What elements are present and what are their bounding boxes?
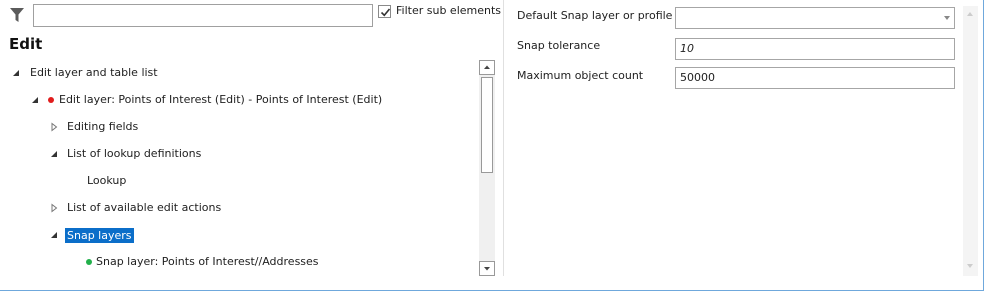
check-icon	[380, 8, 391, 17]
properties-scrollbar[interactable]	[963, 6, 978, 276]
snap-tolerance-field[interactable]: 10	[675, 38, 955, 60]
tree-node-label: List of available edit actions	[67, 201, 222, 214]
tree-node-lookup[interactable]: Lookup	[0, 170, 478, 192]
pane-divider[interactable]	[503, 0, 504, 276]
tree-node-edit-layer-list[interactable]: Edit layer and table list	[0, 62, 478, 84]
error-status-dot	[48, 97, 54, 103]
max-object-count-label: Maximum object count	[517, 69, 644, 82]
filter-sub-elements-checkbox[interactable]	[378, 5, 391, 18]
max-object-count-field[interactable]: 50000	[675, 67, 955, 89]
tree-node-label: Editing fields	[67, 120, 139, 133]
tree-node-snap-layer[interactable]: Snap layer: Points of Interest//Addresse…	[0, 251, 478, 273]
tree-node-edit-layer[interactable]: Edit layer: Points of Interest (Edit) - …	[0, 89, 478, 111]
tree-node-lookup-definitions[interactable]: List of lookup definitions	[0, 143, 478, 165]
scroll-thumb[interactable]	[481, 77, 493, 173]
tree-node-label: Snap layers	[65, 228, 134, 243]
snap-default-combo[interactable]	[675, 7, 955, 29]
dropdown-arrow-icon[interactable]	[944, 16, 950, 20]
filter-sub-elements-label[interactable]: Filter sub elements	[396, 4, 501, 17]
collapse-arrow-icon[interactable]	[49, 230, 59, 240]
collapse-arrow-icon[interactable]	[30, 95, 40, 105]
scroll-up-icon[interactable]	[967, 12, 973, 16]
tree-node-label: Snap layer: Points of Interest//Addresse…	[96, 255, 319, 268]
snap-tolerance-label: Snap tolerance	[517, 39, 601, 52]
ok-status-dot	[86, 259, 92, 265]
tree-node-edit-actions[interactable]: List of available edit actions	[0, 197, 478, 219]
expand-arrow-icon[interactable]	[49, 203, 59, 213]
collapse-arrow-icon[interactable]	[49, 149, 59, 159]
snap-default-label: Default Snap layer or profile	[517, 9, 673, 22]
edit-tree: Edit layer and table list Edit layer: Po…	[0, 60, 478, 276]
collapse-arrow-icon[interactable]	[11, 68, 21, 78]
tree-node-label: List of lookup definitions	[67, 147, 202, 160]
scroll-down-icon[interactable]	[967, 264, 973, 268]
tree-node-label: Lookup	[87, 174, 127, 187]
tree-node-editing-fields[interactable]: Editing fields	[0, 116, 478, 138]
section-title: Edit	[9, 35, 43, 53]
filter-input[interactable]	[33, 4, 373, 27]
tree-node-snap-layers[interactable]: Snap layers	[0, 224, 478, 246]
tree-scrollbar[interactable]	[479, 60, 495, 276]
tree-pane: Filter sub elements Edit Edit layer and …	[0, 0, 504, 291]
tree-node-label: Edit layer and table list	[30, 66, 158, 79]
scroll-down-icon[interactable]	[479, 261, 495, 276]
scroll-up-icon[interactable]	[479, 60, 495, 75]
tree-node-label: Edit layer: Points of Interest (Edit) - …	[59, 93, 383, 106]
expand-arrow-icon[interactable]	[49, 122, 59, 132]
filter-icon[interactable]	[9, 6, 25, 24]
